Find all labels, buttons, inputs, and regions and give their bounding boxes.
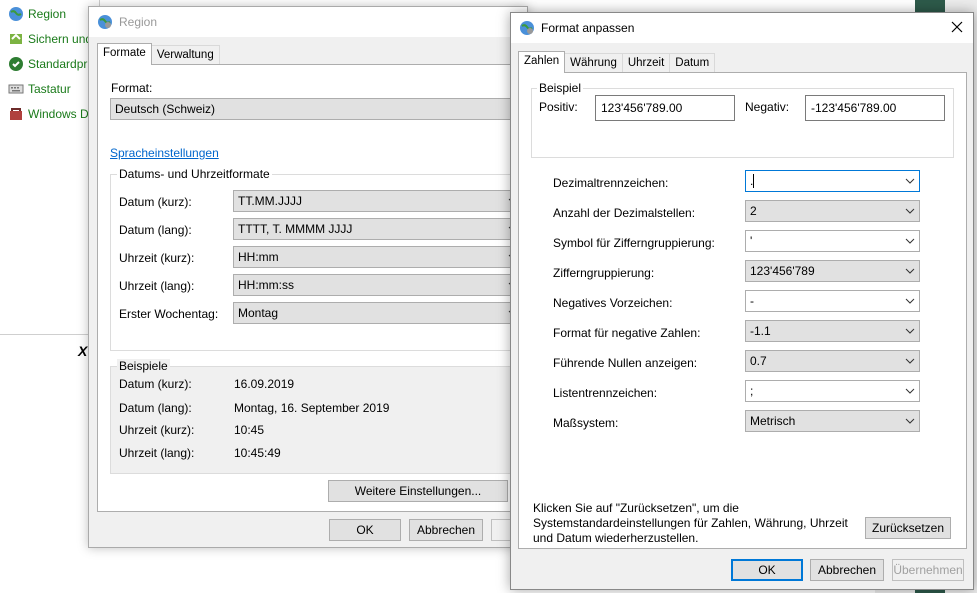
negative-format-select[interactable]: -1.1 bbox=[745, 320, 920, 342]
language-settings-link[interactable]: Spracheinstellungen bbox=[110, 146, 219, 160]
cp-item-default-programs[interactable]: Standardpr bbox=[8, 55, 87, 73]
more-settings-button[interactable]: Weitere Einstellungen... bbox=[328, 480, 508, 502]
format-titlebar[interactable]: Format anpassen bbox=[511, 13, 973, 43]
negative-label: Negativ: bbox=[745, 100, 790, 114]
format-window: Format anpassen Zahlen Währung Uhrzeit D… bbox=[510, 12, 974, 590]
decimal-separator-label: Dezimaltrennzeichen: bbox=[553, 176, 669, 190]
close-icon[interactable] bbox=[951, 21, 963, 33]
format-select[interactable]: Deutsch (Schweiz) bbox=[110, 98, 527, 120]
globe-icon bbox=[520, 21, 534, 35]
positive-example-field: 123'456'789.00 bbox=[595, 95, 735, 121]
tab-datum[interactable]: Datum bbox=[669, 53, 716, 73]
globe-icon bbox=[9, 7, 23, 21]
chevron-down-icon bbox=[905, 178, 915, 184]
reset-button[interactable]: Zurücksetzen bbox=[865, 517, 951, 539]
example-group-title: Beispiel bbox=[537, 81, 584, 95]
first-weekday-select[interactable]: Montag bbox=[233, 302, 523, 324]
date-long-select[interactable]: TTTT, T. MMMM JJJJ bbox=[233, 218, 523, 240]
tab-uhrzeit[interactable]: Uhrzeit bbox=[621, 53, 671, 73]
region-title: Region bbox=[119, 15, 158, 29]
format-apply-button[interactable]: Übernehmen bbox=[892, 559, 964, 581]
chevron-down-icon bbox=[905, 388, 915, 394]
negative-format-label: Format für negative Zahlen: bbox=[553, 326, 701, 340]
digit-grouping-symbol-select[interactable]: ' bbox=[745, 230, 920, 252]
decimal-places-select[interactable]: 2 bbox=[745, 200, 920, 222]
cp-item-backup[interactable]: Sichern und bbox=[8, 30, 92, 48]
globe-icon bbox=[98, 15, 112, 29]
cp-item-region[interactable]: Region bbox=[8, 5, 66, 23]
examples-group-title: Beispiele bbox=[117, 359, 170, 373]
chevron-down-icon bbox=[905, 328, 915, 334]
cp-item-label: Tastatur bbox=[28, 82, 71, 96]
reset-description: Klicken Sie auf "Zurücksetzen", um die S… bbox=[533, 501, 848, 545]
time-short-select[interactable]: HH:mm bbox=[233, 246, 523, 268]
chevron-down-icon bbox=[905, 358, 915, 364]
example-date-long-label: Datum (lang): bbox=[119, 401, 192, 415]
cp-item-label: Standardpr bbox=[28, 57, 88, 71]
leading-zeros-label: Führende Nullen anzeigen: bbox=[553, 356, 698, 370]
negative-sign-label: Negatives Vorzeichen: bbox=[553, 296, 673, 310]
digit-grouping-symbol-label: Symbol für Zifferngruppierung: bbox=[553, 236, 715, 250]
region-cancel-button[interactable]: Abbrechen bbox=[409, 519, 483, 541]
chevron-down-icon bbox=[905, 268, 915, 274]
first-weekday-label: Erster Wochentag: bbox=[119, 307, 219, 321]
decimal-places-label: Anzahl der Dezimalstellen: bbox=[553, 206, 696, 220]
leading-zeros-select[interactable]: 0.7 bbox=[745, 350, 920, 372]
list-separator-select[interactable]: ; bbox=[745, 380, 920, 402]
region-ok-button[interactable]: OK bbox=[329, 519, 401, 541]
example-date-long-value: Montag, 16. September 2019 bbox=[234, 401, 390, 415]
chevron-down-icon bbox=[905, 208, 915, 214]
chevron-down-icon bbox=[905, 418, 915, 424]
example-time-long-value: 10:45:49 bbox=[234, 446, 281, 460]
background-fragment: X bbox=[78, 343, 88, 359]
cp-item-keyboard[interactable]: Tastatur bbox=[8, 80, 71, 98]
format-title: Format anpassen bbox=[541, 21, 635, 35]
time-short-label: Uhrzeit (kurz): bbox=[119, 251, 195, 265]
time-long-select[interactable]: HH:mm:ss bbox=[233, 274, 523, 296]
format-label: Format: bbox=[111, 81, 153, 95]
cp-item-label: Region bbox=[28, 7, 67, 21]
example-date-short-value: 16.09.2019 bbox=[234, 377, 295, 391]
cp-item-label: Sichern und bbox=[28, 32, 93, 46]
defender-icon bbox=[10, 108, 22, 120]
date-short-label: Datum (kurz): bbox=[119, 195, 192, 209]
tab-waehrung[interactable]: Währung bbox=[564, 53, 623, 73]
control-panel-list: Region Sichern und Standardpr Tastatur W… bbox=[0, 0, 100, 335]
tab-formate[interactable]: Formate bbox=[97, 43, 152, 65]
format-cancel-button[interactable]: Abbrechen bbox=[810, 559, 884, 581]
tab-verwaltung[interactable]: Verwaltung bbox=[150, 45, 220, 65]
backup-icon bbox=[10, 33, 22, 44]
example-time-short-label: Uhrzeit (kurz): bbox=[119, 423, 195, 437]
example-time-short-value: 10:45 bbox=[234, 423, 265, 437]
cp-item-defender[interactable]: Windows D bbox=[8, 105, 89, 123]
positive-label: Positiv: bbox=[539, 100, 578, 114]
date-short-select[interactable]: TT.MM.JJJJ bbox=[233, 190, 523, 212]
negative-example-field: -123'456'789.00 bbox=[805, 95, 945, 121]
decimal-separator-select[interactable]: . bbox=[745, 170, 920, 192]
measurement-system-label: Maßsystem: bbox=[553, 416, 619, 430]
format-ok-button[interactable]: OK bbox=[731, 559, 803, 581]
cp-item-label: Windows D bbox=[28, 107, 89, 121]
tab-zahlen[interactable]: Zahlen bbox=[518, 51, 566, 73]
datetime-group-title: Datums- und Uhrzeitformate bbox=[117, 167, 272, 181]
negative-sign-select[interactable]: - bbox=[745, 290, 920, 312]
example-time-long-label: Uhrzeit (lang): bbox=[119, 446, 195, 460]
measurement-system-select[interactable]: Metrisch bbox=[745, 410, 920, 432]
region-titlebar[interactable]: Region bbox=[89, 7, 527, 37]
region-window: Region Formate Verwaltung Format: Deutsc… bbox=[88, 6, 528, 548]
digit-grouping-label: Zifferngruppierung: bbox=[553, 266, 655, 280]
chevron-down-icon bbox=[905, 238, 915, 244]
chevron-down-icon bbox=[905, 298, 915, 304]
time-long-label: Uhrzeit (lang): bbox=[119, 279, 195, 293]
list-separator-label: Listentrennzeichen: bbox=[553, 386, 658, 400]
digit-grouping-select[interactable]: 123'456'789 bbox=[745, 260, 920, 282]
default-programs-icon bbox=[9, 57, 23, 71]
example-date-short-label: Datum (kurz): bbox=[119, 377, 192, 391]
date-long-label: Datum (lang): bbox=[119, 223, 192, 237]
keyboard-icon bbox=[8, 84, 24, 94]
